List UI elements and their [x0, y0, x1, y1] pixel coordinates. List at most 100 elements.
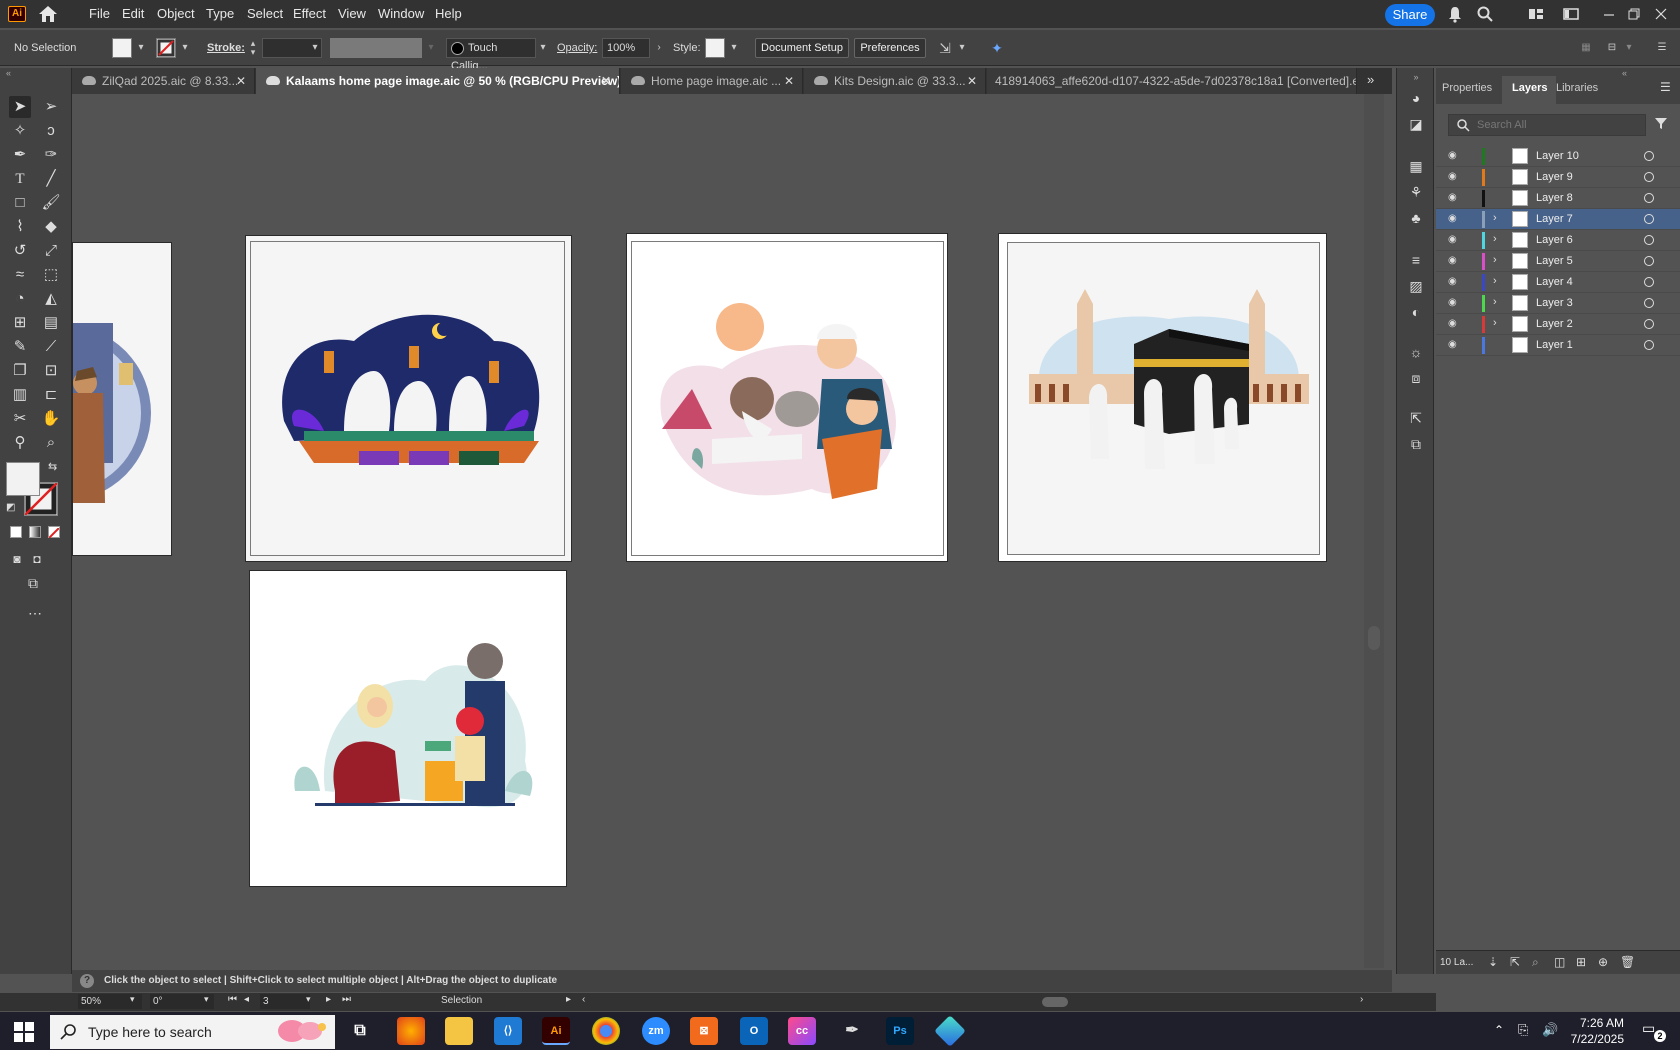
layer-target-icon[interactable] — [1644, 298, 1654, 308]
gradient-panel-icon[interactable]: ▨ — [1405, 278, 1427, 298]
visibility-eye-icon[interactable]: ◉ — [1448, 172, 1460, 182]
visibility-eye-icon[interactable]: ◉ — [1448, 151, 1460, 161]
pen-tool-icon[interactable]: ✒ — [9, 144, 31, 166]
arrange-dropdown-icon[interactable]: ▾ — [955, 39, 969, 57]
gradient-tool-icon[interactable]: ▤ — [40, 312, 62, 334]
brush-dropdown-icon[interactable]: ▾ — [536, 39, 550, 57]
stroke-label[interactable]: Stroke: — [207, 42, 245, 54]
eyedropper-tool-icon[interactable]: ✎ — [9, 336, 31, 358]
panel-menu-icon[interactable]: ☰ — [1660, 80, 1671, 94]
expand-chevron-icon[interactable]: › — [1493, 275, 1497, 287]
volume-icon[interactable]: 🔊 — [1542, 1022, 1558, 1038]
hand-tool-icon[interactable]: ✋ — [40, 408, 62, 430]
brushes-panel-icon[interactable]: ⚘ — [1405, 184, 1427, 204]
menu-view[interactable]: View — [338, 6, 366, 21]
clipping-mask-icon[interactable]: ◫ — [1554, 955, 1565, 969]
layer-name[interactable]: Layer 10 — [1536, 150, 1579, 162]
visibility-eye-icon[interactable]: ◉ — [1448, 256, 1460, 266]
menu-type[interactable]: Type — [206, 6, 234, 21]
opacity-label[interactable]: Opacity: — [557, 42, 597, 54]
shape-builder-tool-icon[interactable]: ◔ — [9, 288, 31, 310]
layer-name[interactable]: Layer 3 — [1536, 297, 1573, 309]
canvas-area[interactable] — [72, 94, 1384, 968]
swatches-panel-icon[interactable]: ▦ — [1405, 158, 1427, 178]
delete-layer-icon[interactable]: 🗑 — [1620, 955, 1635, 969]
tab-libraries[interactable]: Libraries — [1556, 82, 1598, 94]
creative-cloud-icon[interactable]: cc — [788, 1017, 816, 1045]
perspective-grid-tool-icon[interactable]: ◭ — [40, 288, 62, 310]
expand-chevron-icon[interactable]: › — [1493, 296, 1497, 308]
tray-overflow-icon[interactable]: ⌃ — [1494, 1023, 1504, 1037]
screen-mode-icon[interactable]: ⧉ — [22, 572, 44, 594]
zoom-dropdown-icon[interactable]: ▾ — [130, 994, 135, 1005]
layer-row[interactable]: ◉ Layer 8 — [1436, 188, 1680, 209]
stroke-swatch[interactable] — [156, 38, 176, 58]
layers-search-input[interactable]: Search All — [1448, 114, 1646, 136]
firefox-icon[interactable] — [397, 1017, 425, 1045]
export-icon[interactable]: ⇱ — [1510, 955, 1520, 969]
artboard-dropdown-icon[interactable]: ▾ — [306, 994, 311, 1005]
transform-icon[interactable]: ⊟ — [1602, 39, 1622, 57]
visibility-eye-icon[interactable]: ◉ — [1448, 319, 1460, 329]
menu-edit[interactable]: Edit — [122, 6, 144, 21]
layer-name[interactable]: Layer 5 — [1536, 255, 1573, 267]
file-explorer-icon[interactable] — [445, 1017, 473, 1045]
collapse-panel-icon[interactable]: « — [1622, 68, 1627, 78]
vscode-icon[interactable]: ⟨⟩ — [494, 1017, 522, 1045]
pen-app-icon[interactable]: ✒ — [838, 1017, 866, 1045]
layer-name[interactable]: Layer 9 — [1536, 171, 1573, 183]
search-icon[interactable] — [1476, 5, 1494, 23]
tab-kits-design[interactable]: Kits Design.aic @ 33.3... ✕ — [804, 68, 986, 94]
layer-name[interactable]: Layer 6 — [1536, 234, 1573, 246]
next-artboard-icon[interactable]: ▸ — [326, 994, 331, 1005]
rotate-tool-icon[interactable]: ↺ — [9, 240, 31, 262]
layer-row[interactable]: ◉ › Layer 2 — [1436, 314, 1680, 335]
arrange-icon[interactable]: ⇲ — [935, 39, 955, 57]
collapse-toolbar-icon[interactable]: « — [6, 68, 11, 78]
illustrator-taskbar-icon[interactable]: Ai — [542, 1017, 570, 1045]
symbols-panel-icon[interactable]: ♣ — [1405, 210, 1427, 230]
fill-swatch[interactable] — [112, 38, 132, 58]
fill-dropdown-icon[interactable]: ▾ — [134, 39, 148, 57]
slice-tool-icon[interactable]: ✂ — [9, 408, 31, 430]
magic-wand-tool-icon[interactable]: ✧ — [9, 120, 31, 142]
tab-layers[interactable]: Layers — [1512, 82, 1547, 94]
layer-row[interactable]: ◉ › Layer 7 — [1436, 209, 1680, 230]
color-mode-icon[interactable] — [10, 526, 22, 538]
close-icon[interactable] — [1652, 5, 1670, 23]
layer-row[interactable]: ◉ › Layer 5 — [1436, 251, 1680, 272]
style-dropdown-icon[interactable]: ▾ — [727, 39, 741, 57]
layer-name[interactable]: Layer 4 — [1536, 276, 1573, 288]
first-artboard-icon[interactable]: ⏮ — [228, 994, 237, 1005]
visibility-eye-icon[interactable]: ◉ — [1448, 214, 1460, 224]
layer-row[interactable]: ◉ Layer 10 — [1436, 146, 1680, 167]
artboards-panel-icon[interactable]: ⧉ — [1405, 436, 1427, 456]
horizontal-scrollbar-thumb[interactable] — [1042, 997, 1068, 1007]
panel-menu-icon[interactable]: ☰ — [1652, 39, 1672, 57]
share-button[interactable]: Share — [1385, 4, 1435, 26]
eraser-tool-icon[interactable]: ◆ — [40, 216, 62, 238]
appearance-panel-icon[interactable]: ☼ — [1405, 344, 1427, 364]
variable-width-profile[interactable] — [330, 38, 422, 58]
profile-dropdown-icon[interactable]: ▾ — [424, 39, 438, 57]
layer-target-icon[interactable] — [1644, 172, 1654, 182]
home-icon[interactable] — [38, 5, 58, 23]
stroke-weight-dropdown-icon[interactable]: ▾ — [308, 39, 322, 57]
expand-dock-icon[interactable]: » — [1405, 72, 1427, 92]
chrome-icon[interactable] — [592, 1017, 620, 1045]
scroll-left-icon[interactable]: ‹ — [582, 994, 585, 1005]
preferences-button[interactable]: Preferences — [854, 38, 926, 58]
layer-name[interactable]: Layer 7 — [1536, 213, 1573, 225]
minimize-icon[interactable] — [1600, 5, 1618, 23]
scale-tool-icon[interactable]: ⤢ — [40, 240, 62, 262]
menu-object[interactable]: Object — [157, 6, 195, 21]
visibility-eye-icon[interactable]: ◉ — [1448, 340, 1460, 350]
opacity-arrow-icon[interactable]: › — [652, 39, 666, 57]
help-icon[interactable]: ? — [80, 974, 94, 988]
none-mode-icon[interactable] — [48, 526, 60, 539]
restore-icon[interactable] — [1625, 5, 1643, 23]
close-tab-icon[interactable]: ✕ — [784, 68, 794, 94]
xampp-icon[interactable]: ⊠ — [690, 1017, 718, 1045]
graphic-style-swatch[interactable] — [705, 38, 725, 58]
gradient-mode-icon[interactable] — [29, 526, 41, 538]
